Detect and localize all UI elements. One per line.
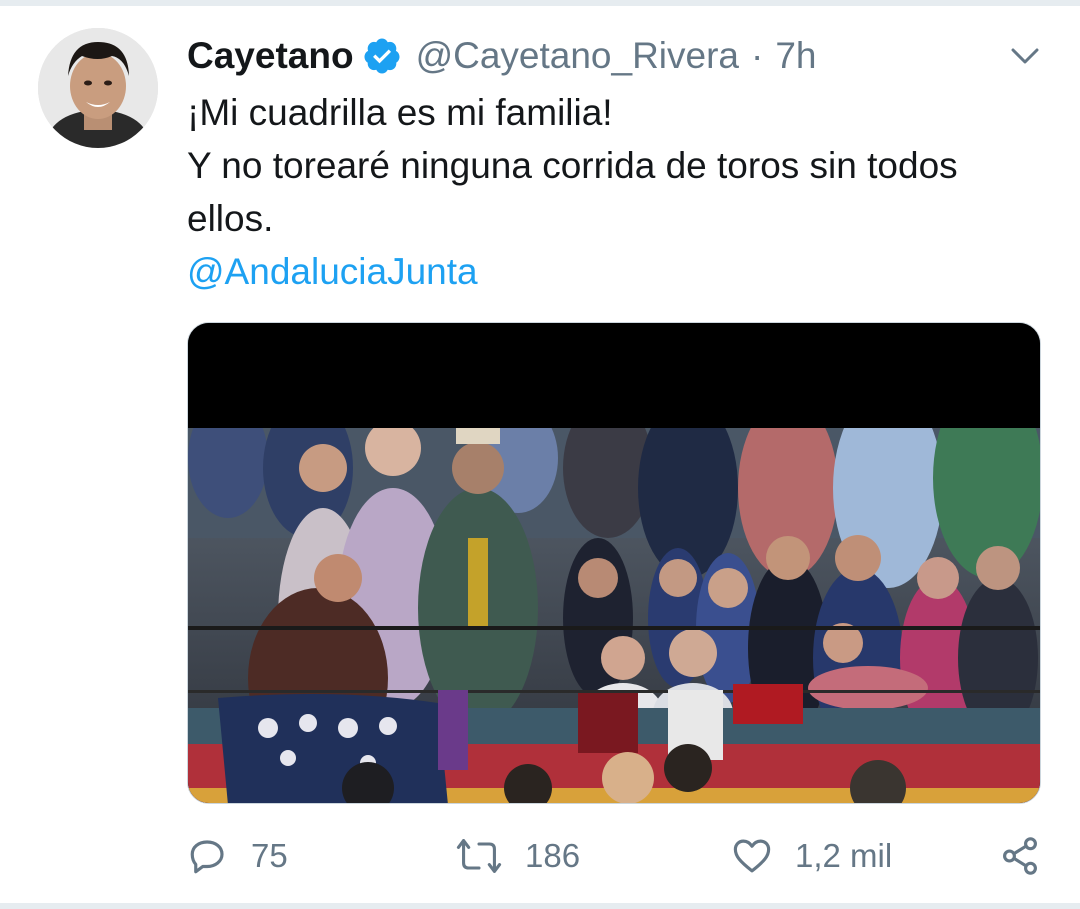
heart-icon [733,839,771,873]
speech-bubble-icon [190,840,224,874]
mention-link[interactable]: @AndaluciaJunta [187,245,1057,298]
bottom-divider [0,903,1080,909]
tweet-actions: 75 186 1,2 mil [187,826,1047,886]
like-count: 1,2 mil [795,837,893,874]
avatar-photo [38,28,158,148]
display-name[interactable]: Cayetano [187,35,354,77]
tweet-text-line: ¡Mi cuadrilla es mi familia! [187,92,613,133]
video-black-bar [188,323,1040,428]
tweet-header: Cayetano @Cayetano_Rivera · 7h [187,28,817,84]
share-nodes-icon [1003,837,1037,875]
top-divider [0,0,1080,6]
share-button[interactable] [999,826,1041,886]
verified-badge-icon [362,36,402,76]
retweet-count: 186 [525,837,581,874]
retweet-arrows-icon [456,839,502,873]
tweet-text-line: Y no torearé ninguna corrida de toros si… [187,145,958,186]
reply-count: 75 [251,837,288,874]
timestamp[interactable]: 7h [775,35,816,77]
tweet-text: ¡Mi cuadrilla es mi familia! Y no torear… [187,86,1057,298]
retweet-button[interactable]: 186 [455,826,580,886]
tweet-text-line: ellos. [187,198,274,239]
avatar[interactable] [38,28,158,148]
reply-button[interactable]: 75 [187,826,288,886]
chevron-down-icon[interactable] [1005,38,1045,74]
crowd-photo [188,428,1040,803]
dot-separator: · [751,35,764,76]
like-button[interactable]: 1,2 mil [731,826,892,886]
media-image[interactable] [187,322,1041,804]
handle[interactable]: @Cayetano_Rivera [416,35,739,77]
